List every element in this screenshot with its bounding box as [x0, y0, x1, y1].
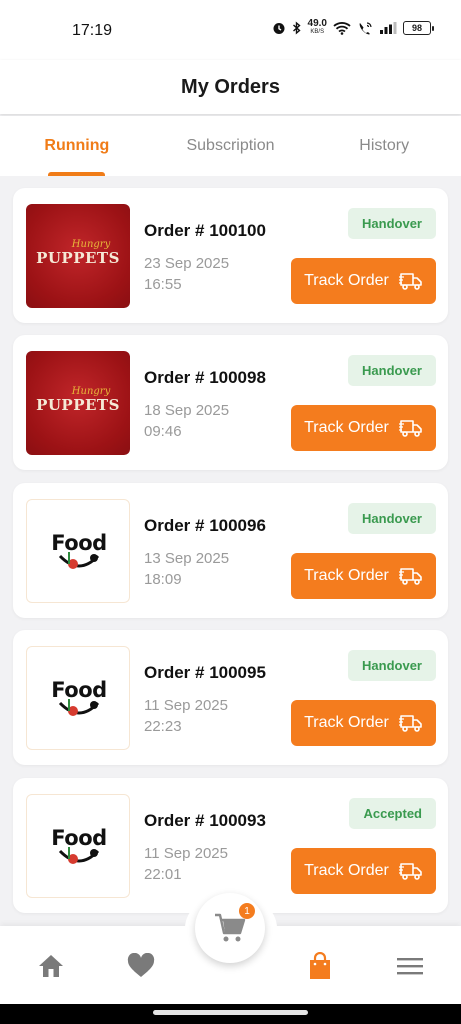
- order-time: 16:55: [144, 276, 182, 293]
- track-order-button[interactable]: Track Order: [291, 847, 436, 894]
- net-speed-value: 49.0: [307, 18, 327, 29]
- order-tabs: Running Subscription History: [0, 116, 461, 176]
- tab-history[interactable]: History: [307, 116, 461, 176]
- track-order-button[interactable]: Track Order: [291, 700, 436, 747]
- net-speed-unit: KB/S: [310, 29, 325, 35]
- order-card[interactable]: Hungry PUPPETS Order # 100098 18 Sep 202…: [13, 335, 448, 471]
- status-time: 17:19: [72, 22, 113, 39]
- wifi-icon: [333, 22, 351, 35]
- order-datetime: 13 Sep 2025 18:09: [144, 548, 229, 590]
- menu-icon: [397, 958, 423, 975]
- status-bar: 17:19 49.0 KB/S 98: [0, 0, 461, 60]
- order-number: Order # 100098: [144, 368, 266, 388]
- nav-wishlist[interactable]: [126, 951, 156, 981]
- home-icon: [39, 955, 63, 977]
- order-time: 22:01: [144, 865, 182, 883]
- order-time: 22:23: [144, 718, 182, 736]
- tab-active-indicator: [48, 172, 105, 176]
- track-order-button[interactable]: Track Order: [291, 258, 436, 304]
- order-card[interactable]: Food Order # 100095 11 Sep 2025 22:23 Ha…: [13, 630, 448, 766]
- status-badge: Handover: [348, 355, 436, 387]
- order-date: 18 Sep 2025: [144, 402, 230, 420]
- gesture-bar[interactable]: [153, 1010, 308, 1015]
- battery-icon: 98: [403, 21, 434, 35]
- delivery-truck-icon: [398, 567, 422, 585]
- track-order-label: Track Order: [304, 714, 389, 732]
- order-number: Order # 100095: [144, 663, 266, 683]
- order-card[interactable]: Hungry PUPPETS Order # 100100 23 Sep 202…: [13, 188, 448, 323]
- order-date: 11 Sep 2025: [144, 697, 228, 715]
- tab-running-label: Running: [44, 137, 110, 154]
- logo-text-food: Food: [51, 530, 107, 555]
- tab-subscription-label: Subscription: [186, 137, 275, 154]
- order-time: 09:46: [144, 423, 182, 441]
- smile-icon: [58, 551, 100, 569]
- delivery-truck-icon: [398, 273, 422, 290]
- food-logo: Food: [26, 646, 130, 751]
- status-badge: Handover: [348, 650, 436, 682]
- track-order-label: Track Order: [304, 566, 389, 584]
- order-list: Hungry PUPPETS Order # 100100 23 Sep 202…: [13, 188, 448, 925]
- order-datetime: 11 Sep 2025 22:23: [144, 695, 228, 737]
- order-date: 13 Sep 2025: [144, 549, 230, 567]
- track-order-label: Track Order: [304, 272, 389, 289]
- net-speed: 49.0 KB/S: [307, 18, 327, 36]
- cart-button[interactable]: 1: [195, 893, 265, 963]
- logo-text-puppets: PUPPETS: [36, 396, 120, 415]
- track-order-button[interactable]: Track Order: [291, 405, 436, 452]
- tab-running[interactable]: Running: [0, 116, 154, 176]
- order-number: Order # 100100: [144, 221, 266, 240]
- logo-text-food: Food: [51, 825, 107, 850]
- battery-level: 98: [411, 23, 422, 33]
- page-title: My Orders: [181, 75, 280, 98]
- status-badge: Handover: [348, 208, 436, 239]
- track-order-button[interactable]: Track Order: [291, 552, 436, 599]
- wifi-call-icon: [359, 22, 372, 35]
- track-order-label: Track Order: [304, 861, 389, 879]
- nav-menu[interactable]: [395, 951, 425, 981]
- status-badge: Accepted: [349, 797, 436, 829]
- food-logo: Food: [26, 498, 130, 603]
- heart-icon: [127, 953, 155, 977]
- order-number: Order # 100096: [144, 515, 266, 535]
- logo-text-puppets: PUPPETS: [36, 249, 120, 267]
- delivery-truck-icon: [398, 420, 422, 438]
- hungry-puppets-logo: Hungry PUPPETS: [26, 204, 130, 308]
- track-order-label: Track Order: [304, 419, 389, 437]
- order-time: 18:09: [144, 570, 182, 588]
- delivery-truck-icon: [398, 715, 422, 732]
- smile-icon: [58, 699, 100, 717]
- order-datetime: 23 Sep 2025 16:55: [144, 253, 229, 295]
- tab-history-label: History: [359, 137, 410, 154]
- cart-count-badge: 1: [239, 903, 255, 919]
- alarm-icon: [273, 23, 285, 34]
- hungry-puppets-logo: Hungry PUPPETS: [26, 351, 130, 456]
- food-logo: Food: [26, 793, 130, 898]
- nav-orders[interactable]: [305, 951, 335, 981]
- status-badge: Handover: [348, 502, 436, 534]
- status-icons: 49.0 KB/S 98: [272, 18, 434, 36]
- shopping-bag-icon: [310, 952, 330, 979]
- order-date: 11 Sep 2025: [144, 844, 228, 862]
- order-datetime: 11 Sep 2025 22:01: [144, 843, 228, 885]
- signal-icon: [380, 22, 397, 34]
- bluetooth-icon: [292, 21, 301, 35]
- tab-subscription[interactable]: Subscription: [154, 116, 308, 176]
- order-number: Order # 100093: [144, 810, 266, 830]
- delivery-truck-icon: [398, 862, 422, 880]
- logo-text-food: Food: [51, 678, 107, 703]
- order-card[interactable]: Food Order # 100096 13 Sep 2025 18:09 Ha…: [13, 482, 448, 618]
- nav-home[interactable]: [36, 951, 66, 981]
- app-header: My Orders: [0, 60, 461, 114]
- smile-icon: [58, 846, 100, 864]
- order-datetime: 18 Sep 2025 09:46: [144, 400, 229, 442]
- order-date: 23 Sep 2025: [144, 255, 230, 272]
